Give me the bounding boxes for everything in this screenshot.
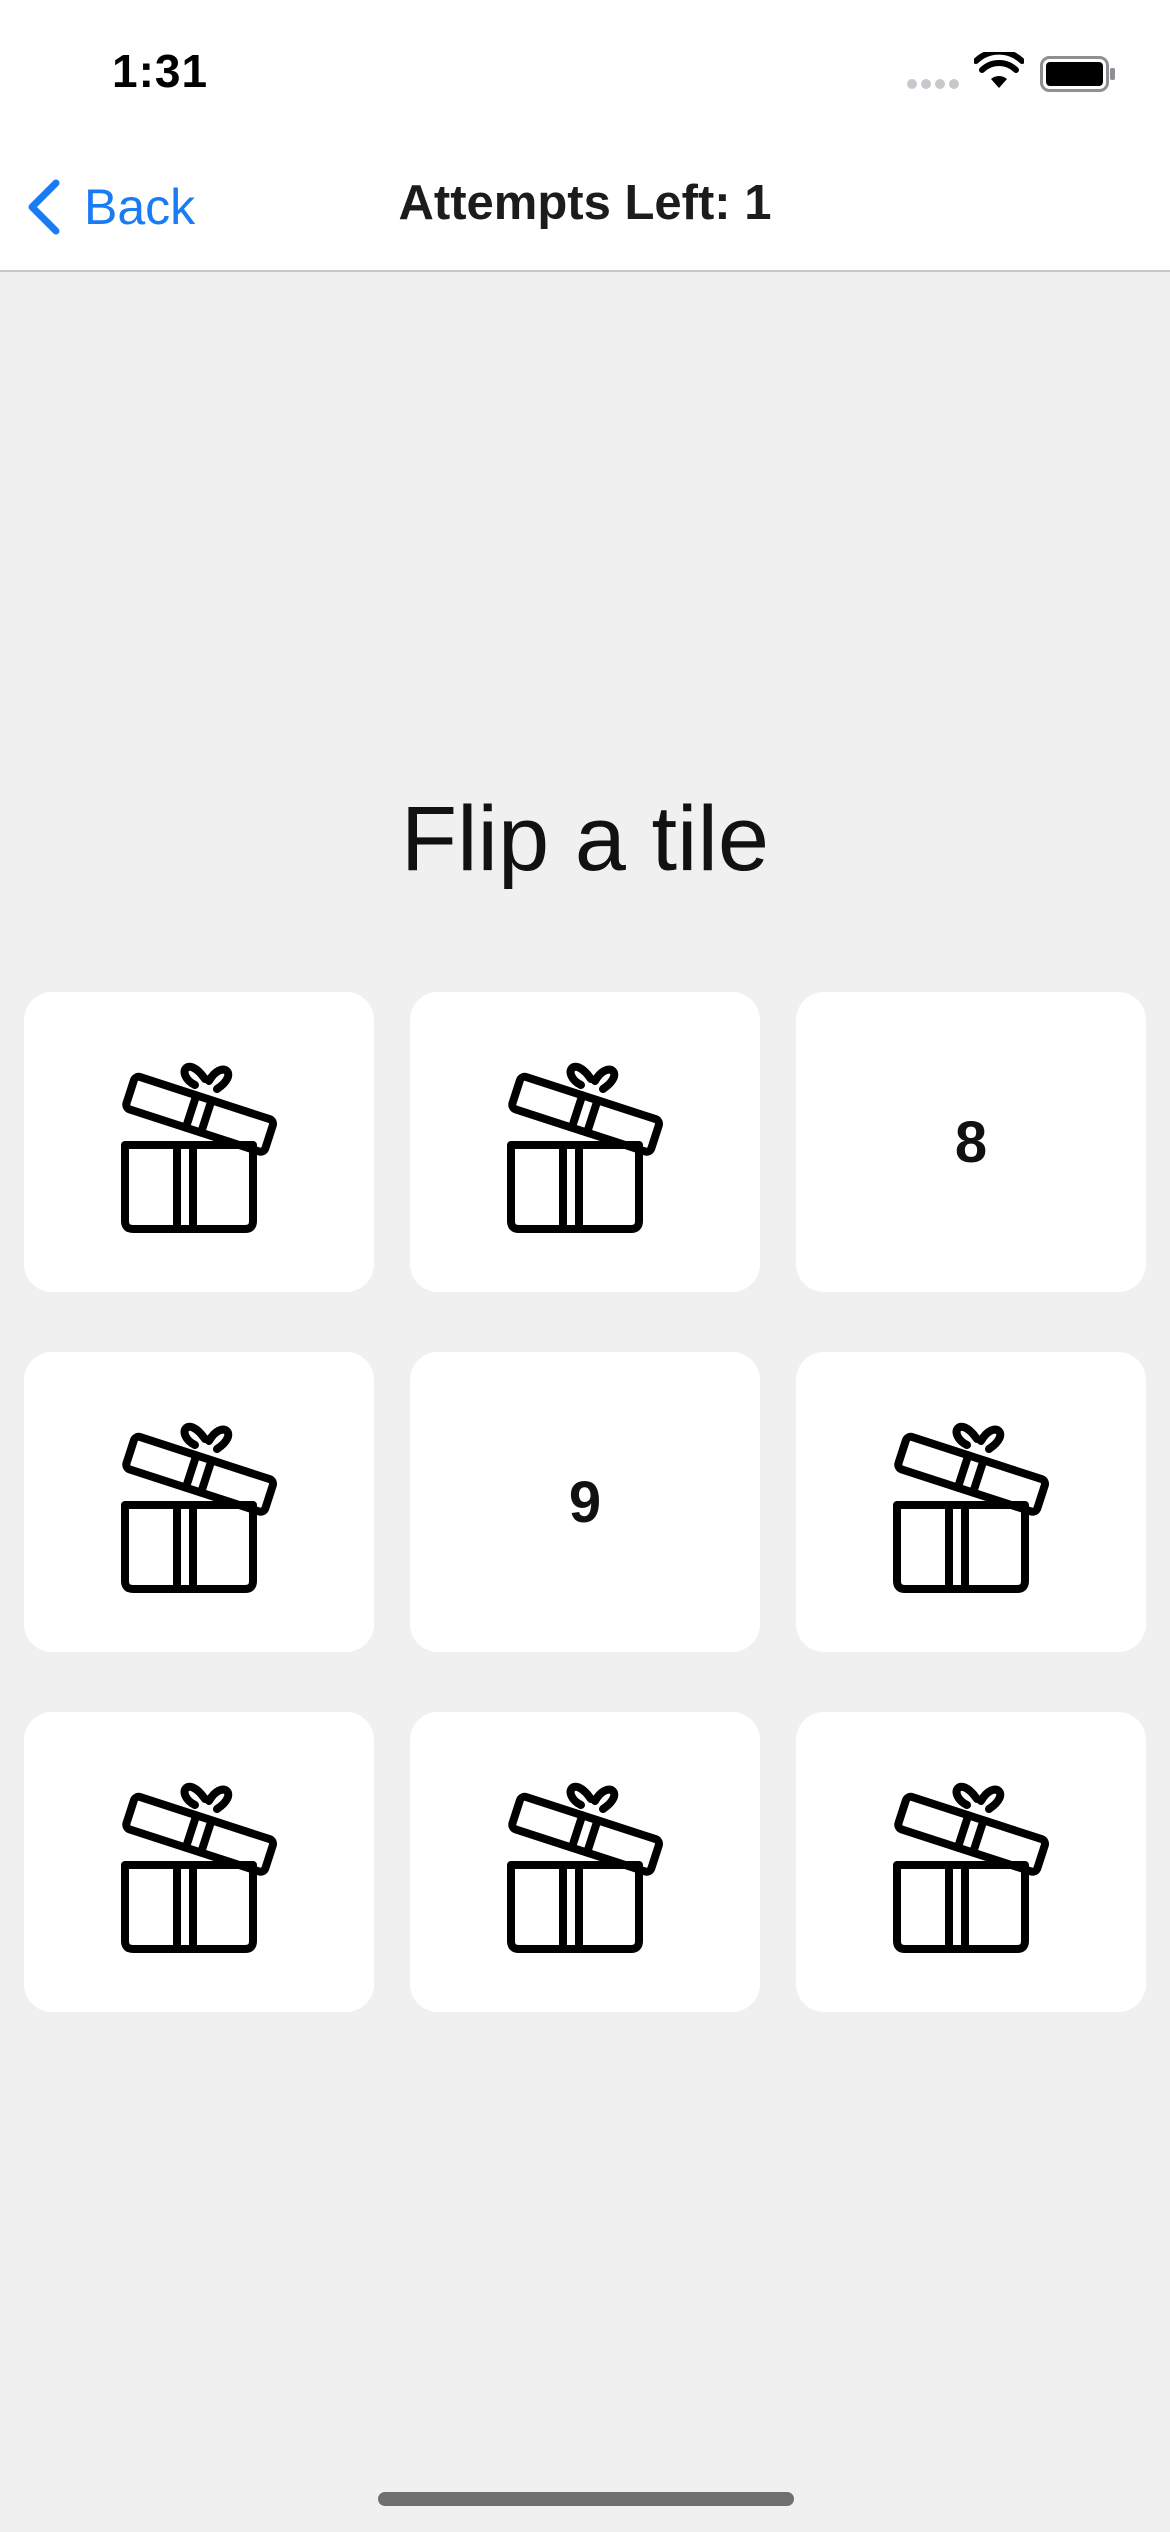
status-time: 1:31 <box>112 45 209 97</box>
cellular-signal-icon <box>907 79 959 89</box>
page-title: Attempts Left: 1 <box>398 176 772 230</box>
tile-value: 9 <box>568 1469 602 1535</box>
gift-icon <box>121 1422 278 1593</box>
game-tile[interactable] <box>24 1712 374 2012</box>
gift-icon <box>507 1782 664 1953</box>
gift-icon <box>121 1062 278 1233</box>
game-tile[interactable] <box>24 992 374 1292</box>
gift-icon <box>893 1782 1050 1953</box>
status-bar: 1:31 <box>0 0 1170 130</box>
game-tile[interactable] <box>796 1352 1146 1652</box>
game-prompt: Flip a tile <box>400 788 770 890</box>
game-tile[interactable] <box>796 1712 1146 2012</box>
battery-icon <box>1040 56 1115 92</box>
game-tile[interactable] <box>410 992 760 1292</box>
gift-icon <box>121 1782 278 1953</box>
tile-grid: 8 9 <box>24 992 1146 2012</box>
game-tile[interactable]: 9 <box>410 1352 760 1652</box>
gift-icon <box>893 1422 1050 1593</box>
tile-value: 8 <box>954 1109 988 1175</box>
game-tile[interactable] <box>410 1712 760 2012</box>
game-tile[interactable] <box>24 1352 374 1652</box>
game-tile[interactable]: 8 <box>796 992 1146 1292</box>
navigation-bar: Back Attempts Left: 1 <box>0 130 1170 272</box>
gift-icon <box>507 1062 664 1233</box>
wifi-icon <box>974 52 1024 88</box>
home-indicator <box>378 2492 794 2506</box>
